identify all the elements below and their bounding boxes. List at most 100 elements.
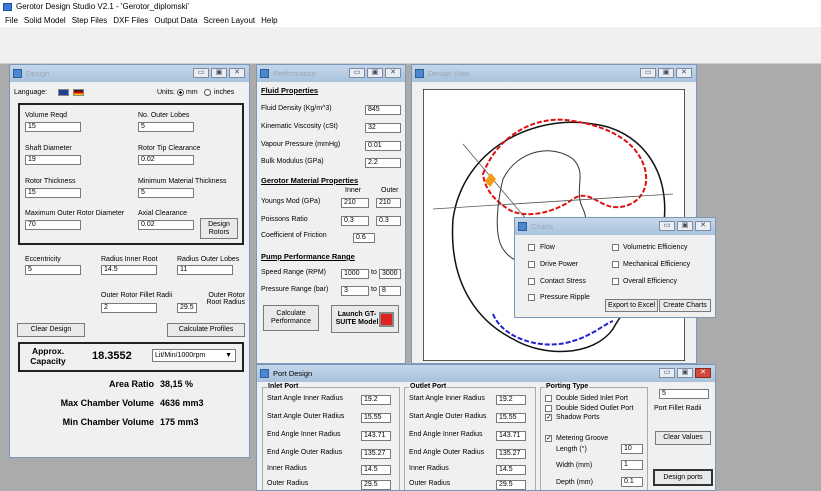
clear-values-button[interactable]: Clear Values <box>655 431 711 445</box>
maximize-button[interactable]: ▣ <box>367 68 383 78</box>
inlet-inner-radius-input[interactable]: 14.5 <box>361 465 391 475</box>
menu-output-data[interactable]: Output Data <box>154 16 197 25</box>
outlet-end-outer-input[interactable]: 135.27 <box>496 449 526 459</box>
menu-step-files[interactable]: Step Files <box>72 16 108 25</box>
max-diameter-input[interactable]: 70 <box>25 220 81 230</box>
create-charts-button[interactable]: Create Charts <box>659 299 711 312</box>
poisson-inner-input[interactable]: 0.3 <box>341 216 369 226</box>
window-icon <box>415 69 424 78</box>
tip-input[interactable]: 0.02 <box>138 155 194 165</box>
shaft-input[interactable]: 19 <box>25 155 81 165</box>
double-outlet-checkbox[interactable] <box>545 405 552 412</box>
design-rotors-button[interactable]: Design Rotors <box>200 218 238 239</box>
mechanical-efficiency-label: Mechanical Efficiency <box>623 261 691 268</box>
close-button[interactable]: ✕ <box>385 68 401 78</box>
port-fillet-input[interactable]: 5 <box>659 389 709 399</box>
eccentricity-input[interactable]: 5 <box>25 265 81 275</box>
menu-file[interactable]: File <box>5 16 18 25</box>
youngs-outer-input[interactable]: 210 <box>376 198 401 208</box>
outlet-outer-radius-input[interactable]: 29.5 <box>496 480 526 490</box>
close-button[interactable]: ✕ <box>676 68 692 78</box>
menu-solid-model[interactable]: Solid Model <box>24 16 66 25</box>
mechanical-efficiency-checkbox[interactable] <box>612 261 619 268</box>
export-excel-button[interactable]: Export to Excel <box>605 299 658 312</box>
unit-inches-radio[interactable] <box>204 89 211 96</box>
shadow-ports-checkbox[interactable]: ✓ <box>545 414 552 421</box>
window-icon <box>518 222 527 231</box>
volumetric-efficiency-checkbox[interactable] <box>612 244 619 251</box>
vapour-input[interactable]: 0.01 <box>365 141 401 151</box>
inlet-outer-radius-input[interactable]: 29.5 <box>361 480 391 490</box>
drive-power-checkbox[interactable] <box>528 261 535 268</box>
friction-input[interactable]: 0.6 <box>353 233 375 243</box>
volume-input[interactable]: 15 <box>25 122 81 132</box>
thickness-input[interactable]: 15 <box>25 188 81 198</box>
minimize-button[interactable]: ▭ <box>640 68 656 78</box>
poisson-outer-input[interactable]: 0.3 <box>376 216 401 226</box>
double-inlet-checkbox[interactable] <box>545 395 552 402</box>
maximize-button[interactable]: ▣ <box>677 368 693 378</box>
minimize-button[interactable]: ▭ <box>349 68 365 78</box>
density-input[interactable]: 845 <box>365 105 401 115</box>
outlet-start-inner-input[interactable]: 19.2 <box>496 395 526 405</box>
calculate-profiles-button[interactable]: Calculate Profiles <box>167 323 245 337</box>
inner-root-input[interactable]: 14.5 <box>101 265 157 275</box>
language-label: Language: <box>14 89 48 96</box>
minimize-button[interactable]: ▭ <box>659 221 675 231</box>
outlet-inner-radius-input[interactable]: 14.5 <box>496 465 526 475</box>
volumetric-efficiency-label: Volumetric Efficiency <box>623 244 688 251</box>
metering-groove-checkbox[interactable]: ✓ <box>545 435 552 442</box>
menu-dxf-files[interactable]: DXF Files <box>113 16 148 25</box>
uk-flag-icon[interactable] <box>58 89 69 96</box>
design-ports-button[interactable]: Design ports <box>653 469 713 486</box>
youngs-inner-input[interactable]: 210 <box>341 198 369 208</box>
inlet-start-inner-input[interactable]: 19.2 <box>361 395 391 405</box>
speed-from-input[interactable]: 1000 <box>341 269 369 279</box>
fillet-input[interactable]: 2 <box>101 303 157 313</box>
lobes-input[interactable]: 5 <box>138 122 194 132</box>
menu-screen-layout[interactable]: Screen Layout <box>204 16 256 25</box>
speed-to-label: to <box>371 269 377 276</box>
maximize-button[interactable]: ▣ <box>677 221 693 231</box>
capacity-unit-select[interactable]: Lit/Min/1000rpm ▼ <box>152 349 236 362</box>
speed-to-input[interactable]: 3000 <box>379 269 401 279</box>
axial-input[interactable]: 0.02 <box>138 220 194 230</box>
close-button[interactable]: ✕ <box>229 68 245 78</box>
calculate-performance-button[interactable]: Calculate Performance <box>263 305 319 331</box>
maximize-button[interactable]: ▣ <box>658 68 674 78</box>
flow-checkbox[interactable] <box>528 244 535 251</box>
maximize-button[interactable]: ▣ <box>211 68 227 78</box>
unit-mm-radio[interactable] <box>177 89 184 96</box>
overall-efficiency-checkbox[interactable] <box>612 278 619 285</box>
depth-input[interactable]: 0.1 <box>621 477 643 487</box>
launch-gtsuite-button[interactable]: Launch GT-SUITE Model <box>331 305 399 333</box>
close-button[interactable]: ✕ <box>695 368 711 378</box>
viscosity-input[interactable]: 32 <box>365 123 401 133</box>
units-label: Units: <box>157 89 175 96</box>
inlet-end-inner-input[interactable]: 143.71 <box>361 431 391 441</box>
minimize-button[interactable]: ▭ <box>193 68 209 78</box>
width-input[interactable]: 1 <box>621 460 643 470</box>
pressure-to-input[interactable]: 8 <box>379 286 401 296</box>
outlet-row-label: Outer Radius <box>409 480 451 487</box>
min-material-input[interactable]: 5 <box>138 188 194 198</box>
outer-lobes-input[interactable]: 11 <box>177 265 233 275</box>
close-button[interactable]: ✕ <box>695 221 711 231</box>
drive-power-label: Drive Power <box>540 261 579 268</box>
contact-stress-checkbox[interactable] <box>528 278 535 285</box>
inlet-end-outer-input[interactable]: 135.27 <box>361 449 391 459</box>
pressure-ripple-checkbox[interactable] <box>528 294 535 301</box>
menu-help[interactable]: Help <box>261 16 277 25</box>
width-label: Width (mm) <box>556 462 593 469</box>
outlet-end-inner-input[interactable]: 143.71 <box>496 431 526 441</box>
inlet-row-label: Start Angle Outer Radius <box>267 413 345 420</box>
clear-design-button[interactable]: Clear Design <box>17 323 85 337</box>
bulk-input[interactable]: 2.2 <box>365 158 401 168</box>
pressure-from-input[interactable]: 3 <box>341 286 369 296</box>
outlet-start-outer-input[interactable]: 15.55 <box>496 413 526 423</box>
inlet-start-outer-input[interactable]: 15.55 <box>361 413 391 423</box>
minimize-button[interactable]: ▭ <box>659 368 675 378</box>
length-input[interactable]: 10 <box>621 444 643 454</box>
de-flag-icon[interactable] <box>73 89 84 96</box>
root-radius-input[interactable]: 29.5 <box>177 303 197 313</box>
